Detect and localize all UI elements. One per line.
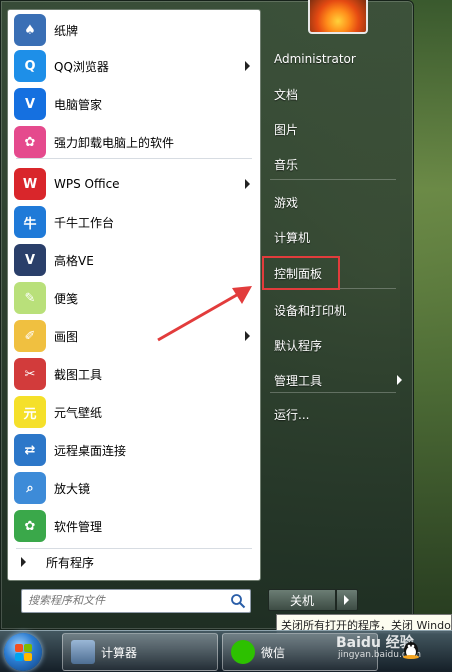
places-item[interactable]: 音乐 <box>268 151 408 177</box>
chevron-right-icon <box>21 557 26 567</box>
places-label: 文档 <box>274 87 299 102</box>
program-item[interactable]: 牛千牛工作台 <box>8 204 260 240</box>
places-item[interactable]: 文档 <box>268 81 408 107</box>
wps-icon: W <box>14 168 46 200</box>
program-item[interactable]: 元元气壁纸 <box>8 394 260 430</box>
all-programs-item[interactable]: 所有程序 <box>7 549 259 575</box>
places-label: 管理工具 <box>274 373 323 388</box>
program-label: 截图工具 <box>54 367 103 382</box>
program-item[interactable]: V 高格VE <box>8 242 260 278</box>
places-label: 音乐 <box>274 157 299 172</box>
program-label: 远程桌面连接 <box>54 443 127 458</box>
places-item[interactable]: 管理工具 <box>268 367 408 393</box>
program-label: 软件管理 <box>54 519 103 534</box>
program-label: 元气壁纸 <box>54 405 103 420</box>
program-item[interactable]: ♠ 纸牌 <box>8 12 260 48</box>
program-label: 强力卸载电脑上的软件 <box>54 135 175 150</box>
gaoge-ve-icon: V <box>14 244 46 276</box>
chevron-right-icon <box>397 375 402 385</box>
search-icon[interactable] <box>230 593 246 609</box>
program-label: 放大镜 <box>54 481 91 496</box>
taskbar-wechat-label: 微信 <box>261 645 286 660</box>
search-box[interactable] <box>21 589 251 613</box>
search-area <box>7 585 259 619</box>
program-label: 画图 <box>54 329 79 344</box>
program-label: 便笺 <box>54 291 79 306</box>
places-item[interactable]: 图片 <box>268 116 408 142</box>
calculator-icon <box>71 640 95 664</box>
search-input[interactable] <box>22 590 230 610</box>
program-label: 电脑管家 <box>54 97 103 112</box>
shutdown-label: 关机 <box>289 593 314 608</box>
pc-manager-icon: V <box>14 88 46 120</box>
shutdown-options-button[interactable] <box>336 589 358 611</box>
sticky-notes-icon: ✎ <box>14 282 46 314</box>
program-item[interactable]: ✿ 软件管理 <box>8 508 260 544</box>
places-label: 默认程序 <box>274 338 323 353</box>
separator <box>270 179 396 180</box>
program-item[interactable]: ⌕ 放大镜 <box>8 470 260 506</box>
separator <box>270 392 396 393</box>
program-label: 千牛工作台 <box>54 215 115 230</box>
program-label: 纸牌 <box>54 23 79 38</box>
uninstaller-icon: ✿ <box>14 126 46 158</box>
program-label: QQ浏览器 <box>54 59 109 74</box>
taskbar-calculator[interactable]: 计算器 <box>62 633 218 671</box>
chevron-right-icon <box>245 179 250 189</box>
places-label: Administrator <box>274 52 356 66</box>
software-manager-icon: ✿ <box>14 510 46 542</box>
all-programs-label: 所有程序 <box>46 555 95 570</box>
places-label: 计算机 <box>274 230 311 245</box>
places-item[interactable]: 游戏 <box>268 189 408 215</box>
qq-tray-icon[interactable] <box>400 638 422 660</box>
highlight-box <box>262 256 340 290</box>
places-label: 运行... <box>274 407 310 422</box>
start-button[interactable] <box>4 633 42 671</box>
places-item[interactable]: 运行... <box>268 401 408 427</box>
red-arrow-icon <box>157 286 252 342</box>
program-item[interactable]: ⇄ 远程桌面连接 <box>8 432 260 468</box>
program-label: 高格VE <box>54 253 94 268</box>
paint-icon: ✐ <box>14 320 46 352</box>
wechat-icon <box>231 640 255 664</box>
places-label: 图片 <box>274 122 299 137</box>
places-label: 游戏 <box>274 195 299 210</box>
program-item[interactable]: Q QQ浏览器 <box>8 48 260 84</box>
chevron-right-icon <box>245 61 250 71</box>
places-item[interactable]: Administrator <box>268 46 408 72</box>
program-label: WPS Office <box>54 177 120 191</box>
places-item[interactable]: 计算机 <box>268 224 408 250</box>
yuanqi-wallpaper-icon: 元 <box>14 396 46 428</box>
shutdown-button[interactable]: 关机 <box>268 589 336 611</box>
places-item[interactable]: 设备和打印机 <box>268 297 408 323</box>
program-item[interactable]: V 电脑管家 <box>8 86 260 122</box>
program-item[interactable]: W WPS Office <box>8 166 260 202</box>
taskbar-calculator-label: 计算器 <box>101 645 138 660</box>
separator <box>16 158 252 159</box>
qianniu-icon: 牛 <box>14 206 46 238</box>
snipping-tool-icon: ✂ <box>14 358 46 390</box>
solitaire-icon: ♠ <box>14 14 46 46</box>
places-item[interactable]: 默认程序 <box>268 332 408 358</box>
magnifier-icon: ⌕ <box>14 472 46 504</box>
qq-browser-icon: Q <box>14 50 46 82</box>
places-label: 设备和打印机 <box>274 303 347 318</box>
remote-desktop-icon: ⇄ <box>14 434 46 466</box>
program-item[interactable]: ✿ 强力卸载电脑上的软件 <box>8 124 260 160</box>
user-avatar[interactable] <box>308 0 368 34</box>
program-item[interactable]: ✂ 截图工具 <box>8 356 260 392</box>
